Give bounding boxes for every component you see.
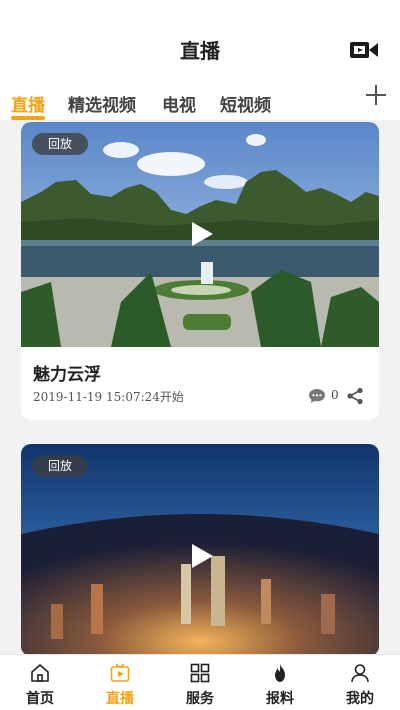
- app: 直播 直播 精选视频 电视 短视频 回放 魅力云浮 2019-11-19 15:…: [0, 0, 400, 710]
- plus-icon[interactable]: [366, 85, 386, 105]
- nav-home-label: 首页: [26, 691, 54, 707]
- comment-count: 0: [331, 388, 339, 402]
- start-time: 2019-11-19 15:07:24开始: [33, 390, 184, 404]
- play-icon[interactable]: [190, 543, 214, 569]
- page-title: 直播: [180, 39, 220, 63]
- video-title: 魅力云浮: [33, 365, 101, 385]
- bottom-navigation: 首页 直播 服务 报料 我的: [0, 654, 400, 710]
- video-thumbnail[interactable]: 回放: [21, 122, 379, 347]
- tab-tv[interactable]: 电视: [162, 91, 196, 116]
- live-card[interactable]: 回放 魅力云浮 2019-11-19 15:07:24开始 0: [21, 122, 379, 420]
- nav-service-label: 服务: [186, 691, 214, 707]
- tab-indicator: [11, 116, 45, 120]
- tab-featured-video[interactable]: 精选视频: [68, 91, 136, 116]
- nav-live-label: 直播: [106, 691, 134, 707]
- comment-icon[interactable]: [308, 388, 326, 404]
- play-icon[interactable]: [190, 221, 214, 247]
- tab-short-video[interactable]: 短视频: [220, 91, 271, 116]
- nav-mine-label: 我的: [346, 691, 374, 707]
- tv-icon: [110, 663, 130, 682]
- nav-report[interactable]: 报料: [240, 655, 320, 710]
- replay-badge: 回放: [32, 455, 88, 477]
- video-thumbnail[interactable]: 回放: [21, 444, 379, 656]
- nav-live[interactable]: 直播: [80, 655, 160, 710]
- header: 直播: [0, 0, 400, 78]
- video-camera-icon[interactable]: [350, 40, 378, 60]
- nav-mine[interactable]: 我的: [320, 655, 400, 710]
- share-icon[interactable]: [346, 387, 364, 405]
- nav-report-label: 报料: [266, 691, 294, 707]
- live-card[interactable]: 回放: [21, 444, 379, 656]
- nav-service[interactable]: 服务: [160, 655, 240, 710]
- nav-home[interactable]: 首页: [0, 655, 80, 710]
- user-icon: [351, 664, 369, 683]
- replay-badge: 回放: [32, 133, 88, 155]
- tab-live[interactable]: 直播: [11, 91, 45, 116]
- channel-tabs: 直播 精选视频 电视 短视频: [0, 78, 400, 120]
- fire-icon: [275, 664, 285, 682]
- home-icon: [31, 664, 49, 682]
- grid-icon: [190, 663, 210, 683]
